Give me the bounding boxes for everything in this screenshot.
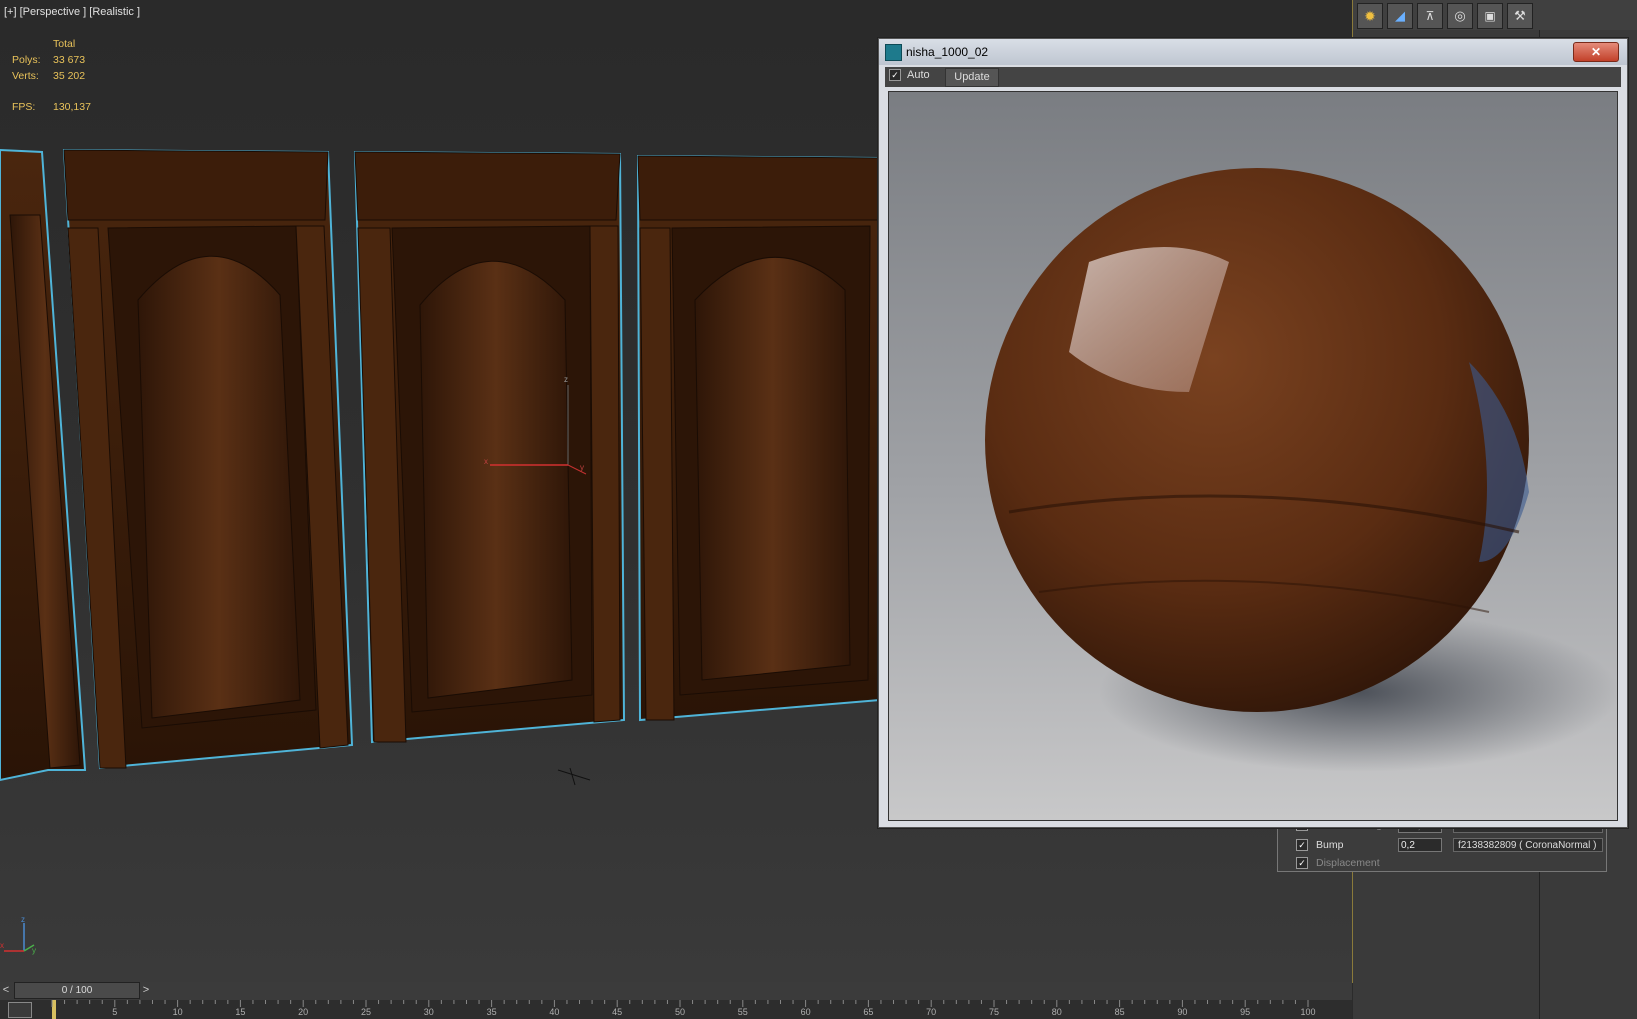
material-preview-canvas (888, 91, 1618, 821)
window-titlebar[interactable]: nisha_1000_02 ✕ (879, 39, 1627, 65)
polys-value: 33 673 (53, 54, 86, 66)
transform-gizmo[interactable]: z x y (470, 370, 590, 480)
auto-toggle[interactable]: ✓ Auto (889, 69, 930, 81)
wood-panel[interactable] (636, 154, 880, 722)
timeline-tick-label: 10 (172, 1007, 183, 1017)
timeline-tick-label: 40 (549, 1007, 560, 1017)
gizmo-z-label: z (564, 375, 568, 384)
time-slider[interactable]: 0 / 100 (14, 982, 140, 999)
utilities-icon[interactable]: ⚒ (1507, 3, 1533, 29)
timeline-tick-label: 20 (298, 1007, 309, 1017)
update-button[interactable]: Update (945, 68, 999, 87)
hierarchy-icon[interactable]: ⊼ (1417, 3, 1443, 29)
bump-map-button[interactable]: f2138382809 ( CoronaNormal ) (1453, 838, 1603, 852)
displacement-row: ✓ Displacement (1296, 857, 1380, 869)
gizmo-y-label: y (580, 463, 584, 472)
axis-x-label: x (0, 941, 4, 950)
auto-label: Auto (907, 69, 930, 81)
displacement-checkbox[interactable]: ✓ (1296, 857, 1308, 869)
timeline-tick-label: 75 (988, 1007, 1000, 1017)
bump-checkbox[interactable]: ✓ (1296, 839, 1308, 851)
display-icon[interactable]: ▣ (1477, 3, 1503, 29)
verts-value: 35 202 (53, 70, 86, 82)
timeline-tick-label: 90 (1177, 1007, 1188, 1017)
stats-header: Total (53, 38, 76, 50)
material-preview-window: nisha_1000_02 ✕ ✓ Auto Update (878, 38, 1628, 828)
axis-y-label: y (32, 946, 36, 955)
app-icon (885, 44, 902, 61)
auto-checkbox[interactable]: ✓ (889, 69, 901, 81)
modify-icon[interactable]: ◢ (1387, 3, 1413, 29)
bump-row: ✓ Bump (1296, 839, 1343, 851)
timeline-tick-label: 25 (360, 1007, 372, 1017)
displacement-label: Displacement (1316, 857, 1380, 869)
timeline-tick-label: 50 (674, 1007, 686, 1017)
preview-toolbar: ✓ Auto Update (885, 67, 1621, 87)
timeline-tick-label: 30 (423, 1007, 434, 1017)
verts-label: Verts: (12, 70, 39, 82)
timeline-tick-label: 65 (863, 1007, 874, 1017)
timeline-tick-label: 70 (926, 1007, 937, 1017)
bump-amount-spinner[interactable]: 0,2 (1398, 838, 1442, 852)
timeline-next-button[interactable]: > (140, 982, 152, 998)
bump-label: Bump (1316, 839, 1344, 851)
timeline: < 0 / 100 > 5 10 15 20 25 30 35 40 45 50 55 60 65 70 7… (0, 982, 1352, 1019)
gizmo-x-label: x (484, 457, 488, 466)
viewport-statistics: Total Polys: 33 673 Verts: 35 202 FPS: 130,… (12, 36, 91, 115)
wood-panel[interactable] (62, 148, 354, 770)
pivot-marker (557, 769, 591, 781)
timeline-tick-label: 85 (1114, 1007, 1125, 1017)
timeline-tick-label: 95 (1240, 1007, 1251, 1017)
timeline-tick-label: 5 (112, 1007, 118, 1017)
window-title: nisha_1000_02 (906, 45, 989, 59)
fps-value: 130,137 (53, 101, 91, 113)
wood-panels-model[interactable] (0, 140, 880, 960)
timeline-tick-label: 55 (737, 1007, 748, 1017)
axis-z-label: z (21, 915, 25, 924)
material-sphere-render (889, 92, 1617, 820)
timeline-tick-label: 100 (1300, 1007, 1316, 1017)
timeline-tick-label: 60 (800, 1007, 811, 1017)
command-panel-tabs: ✹ ◢ ⊼ ◎ ▣ ⚒ (1353, 0, 1637, 30)
timeline-tick-label: 15 (235, 1007, 246, 1017)
create-icon[interactable]: ✹ (1357, 3, 1383, 29)
viewport-label[interactable]: [+] [Perspective ] [Realistic ] (4, 6, 140, 18)
motion-icon[interactable]: ◎ (1447, 3, 1473, 29)
close-button[interactable]: ✕ (1573, 42, 1619, 62)
timeline-tick-label: 80 (1051, 1007, 1062, 1017)
axis-tripod: z x y (0, 915, 36, 955)
track-bar[interactable]: 5 10 15 20 25 30 35 40 45 50 55 60 65 70 75 80 85 90 95 100 (0, 1000, 1352, 1019)
timeline-tick-label: 35 (486, 1007, 497, 1017)
timeline-tick-label: 45 (612, 1007, 623, 1017)
fps-label: FPS: (12, 101, 36, 113)
timeline-prev-button[interactable]: < (0, 982, 12, 998)
polys-label: Polys: (12, 54, 41, 66)
